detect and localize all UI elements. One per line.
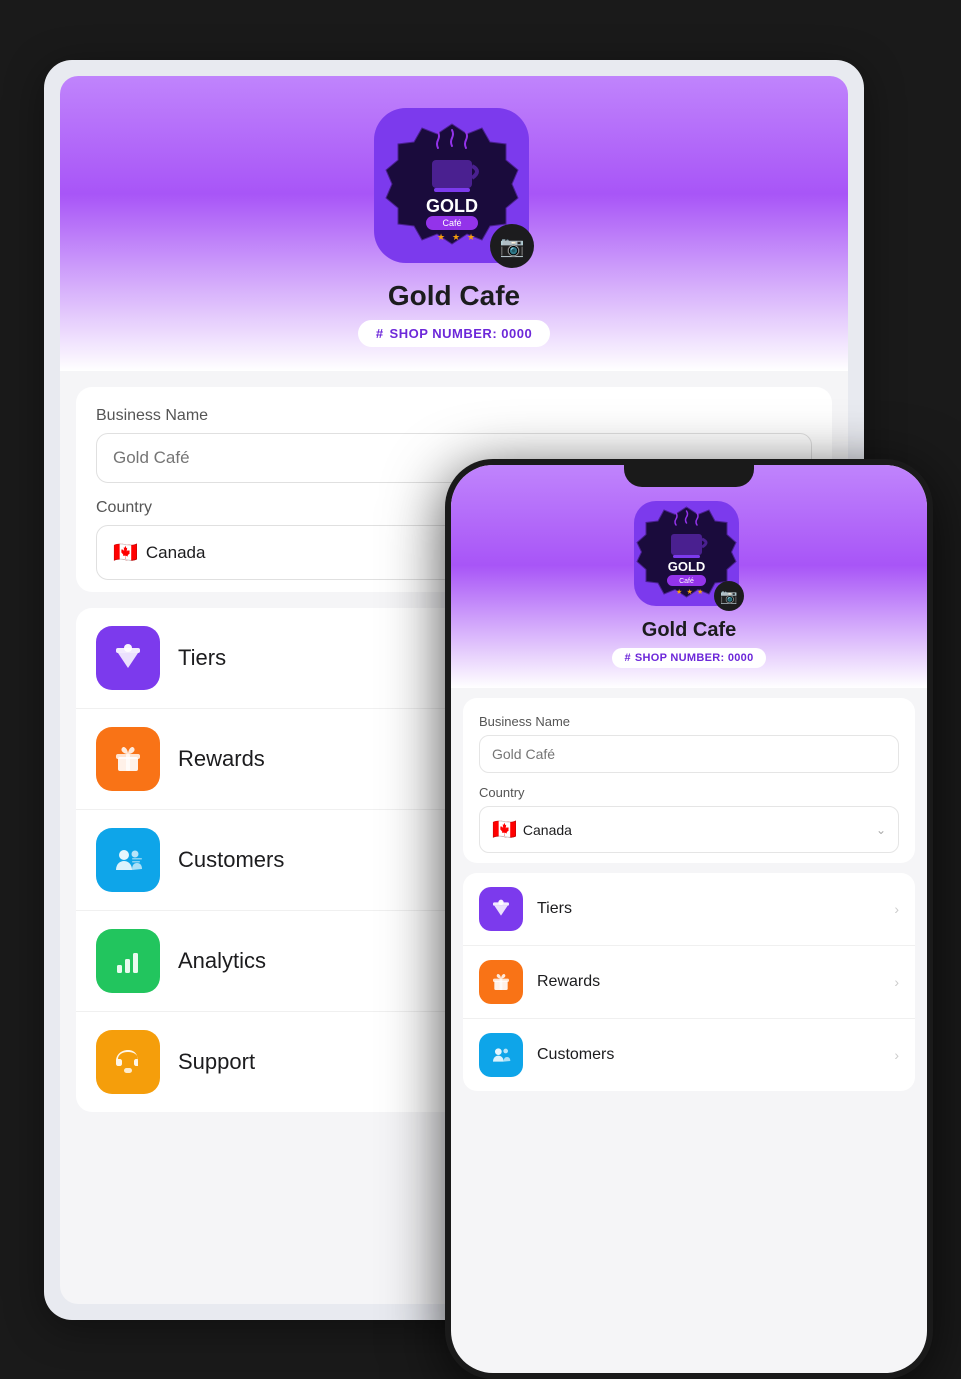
shop-number-text: SHOP NUMBER: 0000	[390, 326, 533, 341]
tablet-shop-name: Gold Cafe	[388, 280, 520, 312]
phone-shop-number: # SHOP NUMBER: 0000	[612, 648, 765, 668]
phone-business-name-input[interactable]	[479, 735, 899, 773]
phone-customers-label: Customers	[537, 1046, 614, 1064]
customers-icon	[96, 828, 160, 892]
phone-customers-icon	[479, 1033, 523, 1077]
phone-business-name-label: Business Name	[479, 714, 899, 729]
svg-text:★: ★	[676, 588, 682, 596]
phone-form: Business Name Country 🇨🇦 Canada ⌄	[463, 698, 915, 863]
phone-tiers-chevron: ›	[894, 901, 899, 917]
hash-icon: #	[376, 326, 384, 341]
phone-shop-number-text: SHOP NUMBER: 0000	[635, 652, 754, 664]
tablet-shop-number: # SHOP NUMBER: 0000	[358, 320, 550, 347]
phone-notch	[624, 459, 754, 487]
phone-rewards-chevron: ›	[894, 974, 899, 990]
phone-country-value: Canada	[523, 822, 572, 838]
phone-rewards-label: Rewards	[537, 973, 600, 991]
phone-tiers-icon	[479, 887, 523, 931]
customers-label: Customers	[178, 847, 284, 873]
phone-flag-icon: 🇨🇦	[492, 817, 517, 842]
phone-header: GOLD Café ★ ★ ★ 📷 Gold Cafe # SHOP NUMBE…	[451, 465, 927, 688]
phone-menu-list: Tiers › Rewards ›	[463, 873, 915, 1091]
scene: GOLD Café ★ ★ ★ 📷	[0, 0, 961, 1379]
phone-customers-chevron: ›	[894, 1047, 899, 1063]
svg-text:★: ★	[437, 232, 445, 242]
camera-button[interactable]: 📷	[490, 224, 534, 268]
phone-screen: GOLD Café ★ ★ ★ 📷 Gold Cafe # SHOP NUMBE…	[451, 465, 927, 1373]
svg-text:GOLD: GOLD	[668, 559, 706, 574]
phone-device: GOLD Café ★ ★ ★ 📷 Gold Cafe # SHOP NUMBE…	[445, 459, 933, 1379]
support-label: Support	[178, 1049, 255, 1075]
phone-country-label: Country	[479, 785, 899, 800]
phone-tiers-label: Tiers	[537, 900, 572, 918]
phone-rewards-icon	[479, 960, 523, 1004]
phone-menu-item-tiers[interactable]: Tiers ›	[463, 873, 915, 946]
phone-menu-item-customers[interactable]: Customers ›	[463, 1019, 915, 1091]
analytics-label: Analytics	[178, 948, 266, 974]
country-value: Canada	[146, 543, 206, 563]
svg-text:★: ★	[687, 588, 693, 596]
svg-text:★: ★	[697, 588, 703, 596]
phone-menu-item-rewards[interactable]: Rewards ›	[463, 946, 915, 1019]
tiers-icon	[96, 626, 160, 690]
support-icon	[96, 1030, 160, 1094]
phone-hash-icon: #	[624, 652, 630, 664]
analytics-icon	[96, 929, 160, 993]
rewards-label: Rewards	[178, 746, 265, 772]
tiers-label: Tiers	[178, 645, 226, 671]
phone-country-selector[interactable]: 🇨🇦 Canada ⌄	[479, 806, 899, 853]
flag-icon: 🇨🇦	[113, 540, 138, 565]
tablet-logo-wrapper: GOLD Café ★ ★ ★ 📷	[374, 108, 534, 268]
phone-camera-button[interactable]: 📷	[714, 581, 744, 611]
svg-text:Café: Café	[679, 578, 694, 585]
svg-text:★: ★	[452, 232, 460, 242]
phone-shop-name: Gold Cafe	[642, 619, 736, 642]
business-name-label: Business Name	[96, 407, 812, 425]
svg-text:GOLD: GOLD	[426, 196, 478, 216]
svg-text:★: ★	[467, 232, 475, 242]
phone-chevron-icon: ⌄	[876, 823, 886, 837]
phone-logo-wrapper: GOLD Café ★ ★ ★ 📷	[634, 501, 744, 611]
svg-text:Café: Café	[442, 218, 461, 228]
rewards-icon	[96, 727, 160, 791]
tablet-header: GOLD Café ★ ★ ★ 📷	[60, 76, 848, 371]
